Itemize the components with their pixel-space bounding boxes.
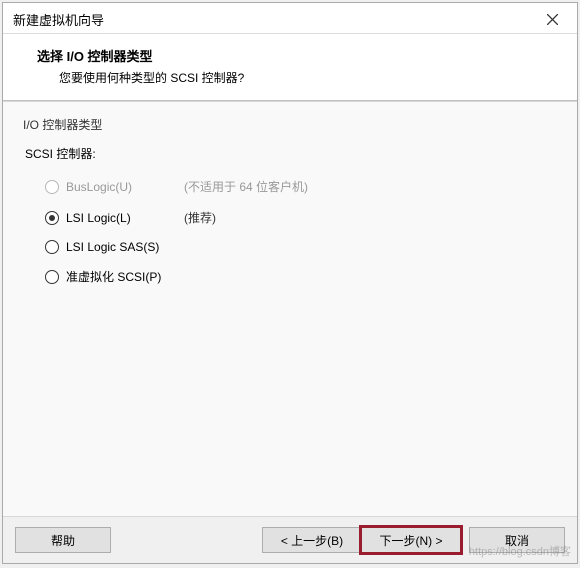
title-bar: 新建虚拟机向导: [3, 3, 577, 34]
cancel-button[interactable]: 取消: [469, 527, 565, 553]
footer: 帮助 < 上一步(B) 下一步(N) > 取消: [3, 517, 577, 563]
radio-label: LSI Logic(L): [66, 211, 176, 225]
content-section: I/O 控制器类型 SCSI 控制器: BusLogic(U) (不适用于 64…: [3, 101, 577, 517]
scsi-label: SCSI 控制器:: [25, 145, 557, 162]
wizard-dialog: 新建虚拟机向导 选择 I/O 控制器类型 您要使用何种类型的 SCSI 控制器?…: [2, 2, 578, 564]
radio-icon: [45, 270, 59, 284]
window-title: 新建虚拟机向导: [13, 10, 104, 29]
radio-option-pvscsi[interactable]: 准虚拟化 SCSI(P): [45, 268, 557, 285]
header-section: 选择 I/O 控制器类型 您要使用何种类型的 SCSI 控制器?: [3, 34, 577, 101]
radio-note: (不适用于 64 位客户机): [184, 178, 308, 195]
close-button[interactable]: [537, 9, 567, 29]
group-title: I/O 控制器类型: [23, 116, 557, 133]
next-button[interactable]: 下一步(N) >: [361, 527, 461, 553]
close-icon: [547, 14, 558, 25]
header-title: 选择 I/O 控制器类型: [37, 46, 559, 65]
radio-option-lsilogic[interactable]: LSI Logic(L) (推荐): [45, 209, 557, 226]
header-subtitle: 您要使用何种类型的 SCSI 控制器?: [37, 69, 559, 86]
help-button[interactable]: 帮助: [15, 527, 111, 553]
back-button[interactable]: < 上一步(B): [262, 527, 362, 553]
radio-list: BusLogic(U) (不适用于 64 位客户机) LSI Logic(L) …: [23, 178, 557, 285]
radio-option-buslogic: BusLogic(U) (不适用于 64 位客户机): [45, 178, 557, 195]
radio-icon: [45, 240, 59, 254]
radio-label: BusLogic(U): [66, 180, 176, 194]
nav-button-group: < 上一步(B) 下一步(N) >: [262, 527, 461, 553]
radio-label: LSI Logic SAS(S): [66, 240, 176, 254]
radio-label: 准虚拟化 SCSI(P): [66, 268, 176, 285]
radio-note: (推荐): [184, 209, 216, 226]
radio-icon: [45, 211, 59, 225]
radio-option-lsilogic-sas[interactable]: LSI Logic SAS(S): [45, 240, 557, 254]
radio-icon: [45, 180, 59, 194]
